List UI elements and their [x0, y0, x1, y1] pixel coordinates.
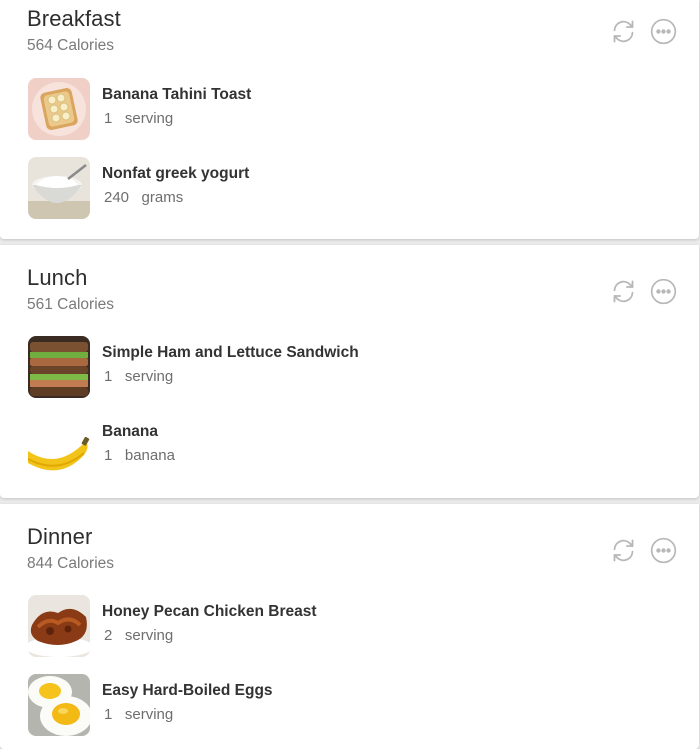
food-amount: 1 — [104, 110, 113, 127]
food-amount: 1 — [104, 368, 113, 385]
food-name: Nonfat greek yogurt — [102, 165, 250, 182]
food-amount: 240 — [104, 189, 130, 206]
meal-card-dinner: Dinner 844 Calories Honey Pecan Chicken … — [0, 504, 699, 749]
banana-image — [28, 415, 90, 477]
meal-title: Dinner — [27, 524, 93, 549]
food-name: Simple Ham and Lettuce Sandwich — [102, 344, 359, 361]
food-unit: grams — [141, 189, 184, 206]
food-item[interactable]: Banana Tahini Toast 1 serving — [28, 78, 628, 140]
chicken-image — [28, 595, 90, 657]
meal-calories: 564 Calories — [27, 37, 115, 54]
more-options-icon[interactable] — [650, 537, 677, 564]
food-unit: serving — [124, 368, 174, 385]
food-name: Banana Tahini Toast — [102, 86, 252, 103]
food-name: Easy Hard-Boiled Eggs — [102, 682, 273, 699]
meal-actions — [610, 18, 677, 45]
meal-calories: 561 Calories — [27, 296, 115, 313]
food-item[interactable]: Banana 1 banana — [28, 415, 628, 477]
refresh-icon[interactable] — [610, 278, 637, 305]
meal-title: Lunch — [27, 265, 88, 290]
toast-image — [28, 78, 90, 140]
meal-card-lunch: Lunch 561 Calories Simple Ham and Lettuc… — [0, 245, 699, 498]
meal-title: Breakfast — [27, 6, 121, 31]
meal-actions — [610, 278, 677, 305]
food-name: Honey Pecan Chicken Breast — [102, 603, 317, 620]
food-name: Banana — [102, 423, 158, 440]
food-unit: banana — [124, 447, 175, 464]
food-item[interactable]: Honey Pecan Chicken Breast 2 serving — [28, 595, 628, 657]
meal-calories: 844 Calories — [27, 555, 115, 572]
food-item[interactable]: Easy Hard-Boiled Eggs 1 serving — [28, 674, 628, 736]
food-amount: 1 — [104, 706, 113, 723]
eggs-image — [28, 674, 90, 736]
food-quantity: 2 serving — [104, 627, 173, 644]
food-quantity: 1 serving — [104, 706, 173, 723]
refresh-icon[interactable] — [610, 18, 637, 45]
sandwich-image — [28, 336, 90, 398]
food-quantity: 1 banana — [104, 447, 175, 464]
food-unit: serving — [124, 627, 174, 644]
food-item[interactable]: Nonfat greek yogurt 240 grams — [28, 157, 628, 219]
yogurt-image — [28, 157, 90, 219]
meal-card-breakfast: Breakfast 564 Calories Banana Tahini Toa… — [0, 0, 699, 239]
more-options-icon[interactable] — [650, 18, 677, 45]
more-options-icon[interactable] — [650, 278, 677, 305]
food-amount: 2 — [104, 627, 113, 644]
food-item[interactable]: Simple Ham and Lettuce Sandwich 1 servin… — [28, 336, 628, 398]
food-quantity: 240 grams — [104, 189, 183, 206]
food-amount: 1 — [104, 447, 113, 464]
food-quantity: 1 serving — [104, 110, 173, 127]
meal-actions — [610, 537, 677, 564]
food-unit: serving — [124, 110, 174, 127]
food-quantity: 1 serving — [104, 368, 173, 385]
food-unit: serving — [124, 706, 174, 723]
refresh-icon[interactable] — [610, 537, 637, 564]
